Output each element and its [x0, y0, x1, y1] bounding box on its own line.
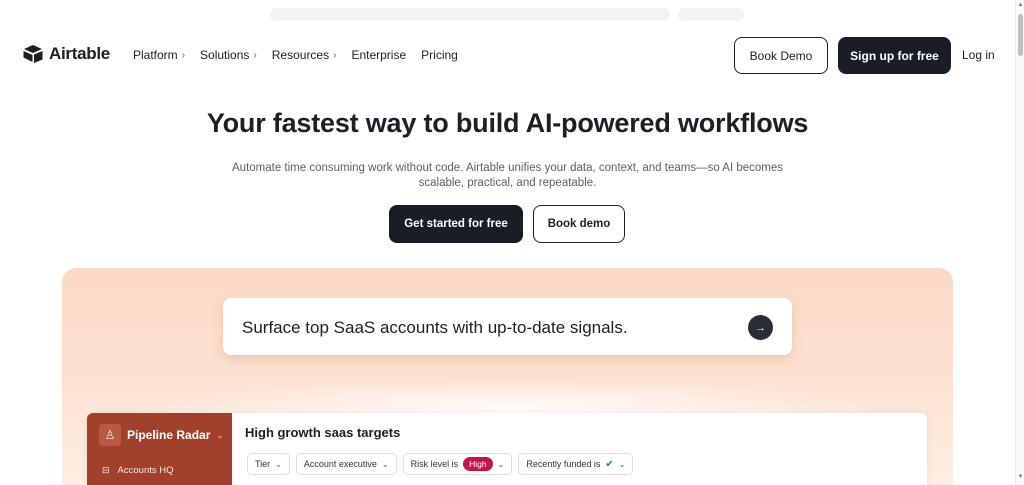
scroll-up-icon[interactable]: ▲	[1016, 2, 1024, 8]
view-title: High growth saas targets	[245, 425, 401, 440]
user-icon: ♙	[99, 424, 121, 446]
hero-subtitle: Automate time consuming work without cod…	[232, 162, 784, 189]
chevron-down-icon: ⌄	[381, 459, 389, 469]
sidebar-item-label: Accounts HQ	[117, 465, 174, 476]
sidebar-header[interactable]: ♙ Pipeline Radar ⌄	[99, 424, 224, 446]
logo-text: Airtable	[49, 44, 110, 63]
filter-risk-level[interactable]: Risk level is High ⌄	[402, 453, 513, 475]
app-sidebar: ♙ Pipeline Radar ⌄ ⊟ Accounts HQ	[87, 413, 232, 485]
placeholder-bar	[678, 8, 744, 21]
filter-tier[interactable]: Tier ⌄	[247, 453, 290, 475]
chevron-down-icon: ⌄	[497, 459, 505, 469]
nav-links: Platform › Solutions › Resources › Enter…	[133, 48, 458, 62]
scrollbar-thumb[interactable]	[1018, 14, 1023, 56]
briefcase-icon: ⊟	[102, 465, 110, 475]
nav-item-solutions[interactable]: Solutions ›	[200, 48, 257, 62]
risk-high-badge: High	[463, 457, 493, 471]
top-nav: Airtable Platform › Solutions › Resource…	[0, 36, 1015, 76]
hero-title: Your fastest way to build AI-powered wor…	[206, 108, 809, 138]
app-preview: ♙ Pipeline Radar ⌄ ⊟ Accounts HQ High gr…	[87, 413, 927, 485]
nav-item-label: Enterprise	[351, 48, 407, 62]
get-started-button[interactable]: Get started for free	[389, 205, 523, 243]
filter-label: Recently funded is	[526, 459, 601, 469]
login-link[interactable]: Log in	[962, 48, 995, 62]
book-demo-hero-button[interactable]: Book demo	[533, 205, 625, 243]
sidebar-title: Pipeline Radar	[127, 428, 211, 442]
filter-label: Risk level is	[410, 459, 459, 469]
nav-item-resources[interactable]: Resources ›	[272, 48, 337, 62]
chevron-down-icon: ⌄	[216, 429, 224, 440]
ai-prompt-box[interactable]: Surface top SaaS accounts with up-to-dat…	[223, 298, 792, 355]
nav-item-pricing[interactable]: Pricing	[421, 48, 458, 62]
nav-item-platform[interactable]: Platform ›	[133, 48, 185, 62]
scroll-down-icon[interactable]: ▼	[1016, 474, 1024, 480]
placeholder-bar	[270, 8, 670, 21]
filter-recently-funded[interactable]: Recently funded is ✔ ⌄	[518, 453, 634, 475]
filter-label: Account executive	[303, 459, 377, 469]
prompt-text: Surface top SaaS accounts with up-to-dat…	[242, 318, 628, 337]
chevron-down-icon: ⌄	[275, 459, 282, 469]
checkmark-icon: ✔	[605, 458, 614, 470]
chevron-down-icon: ⌄	[618, 459, 626, 469]
filter-label: Tier	[255, 459, 271, 469]
nav-item-enterprise[interactable]: Enterprise	[351, 48, 406, 62]
filter-bar: Tier ⌄ Account executive ⌄ Risk level is…	[247, 453, 634, 475]
nav-item-label: Solutions	[200, 48, 250, 62]
airtable-logo-icon	[23, 45, 43, 63]
signup-button[interactable]: Sign up for free	[838, 37, 951, 74]
filter-account-executive[interactable]: Account executive ⌄	[295, 453, 397, 475]
page-scrollbar[interactable]: ▲ ▼	[1015, 0, 1024, 485]
chevron-right-icon: ›	[181, 49, 186, 61]
nav-item-label: Platform	[133, 48, 178, 62]
sidebar-item-accounts-hq[interactable]: ⊟ Accounts HQ	[102, 465, 174, 476]
arrow-right-icon[interactable]: →	[748, 315, 773, 340]
logo[interactable]: Airtable	[22, 44, 110, 64]
nav-item-label: Pricing	[421, 48, 458, 62]
book-demo-button[interactable]: Book Demo	[734, 37, 828, 74]
chevron-right-icon: ›	[333, 49, 337, 61]
nav-item-label: Resources	[271, 48, 330, 62]
chevron-right-icon: ›	[253, 49, 257, 61]
